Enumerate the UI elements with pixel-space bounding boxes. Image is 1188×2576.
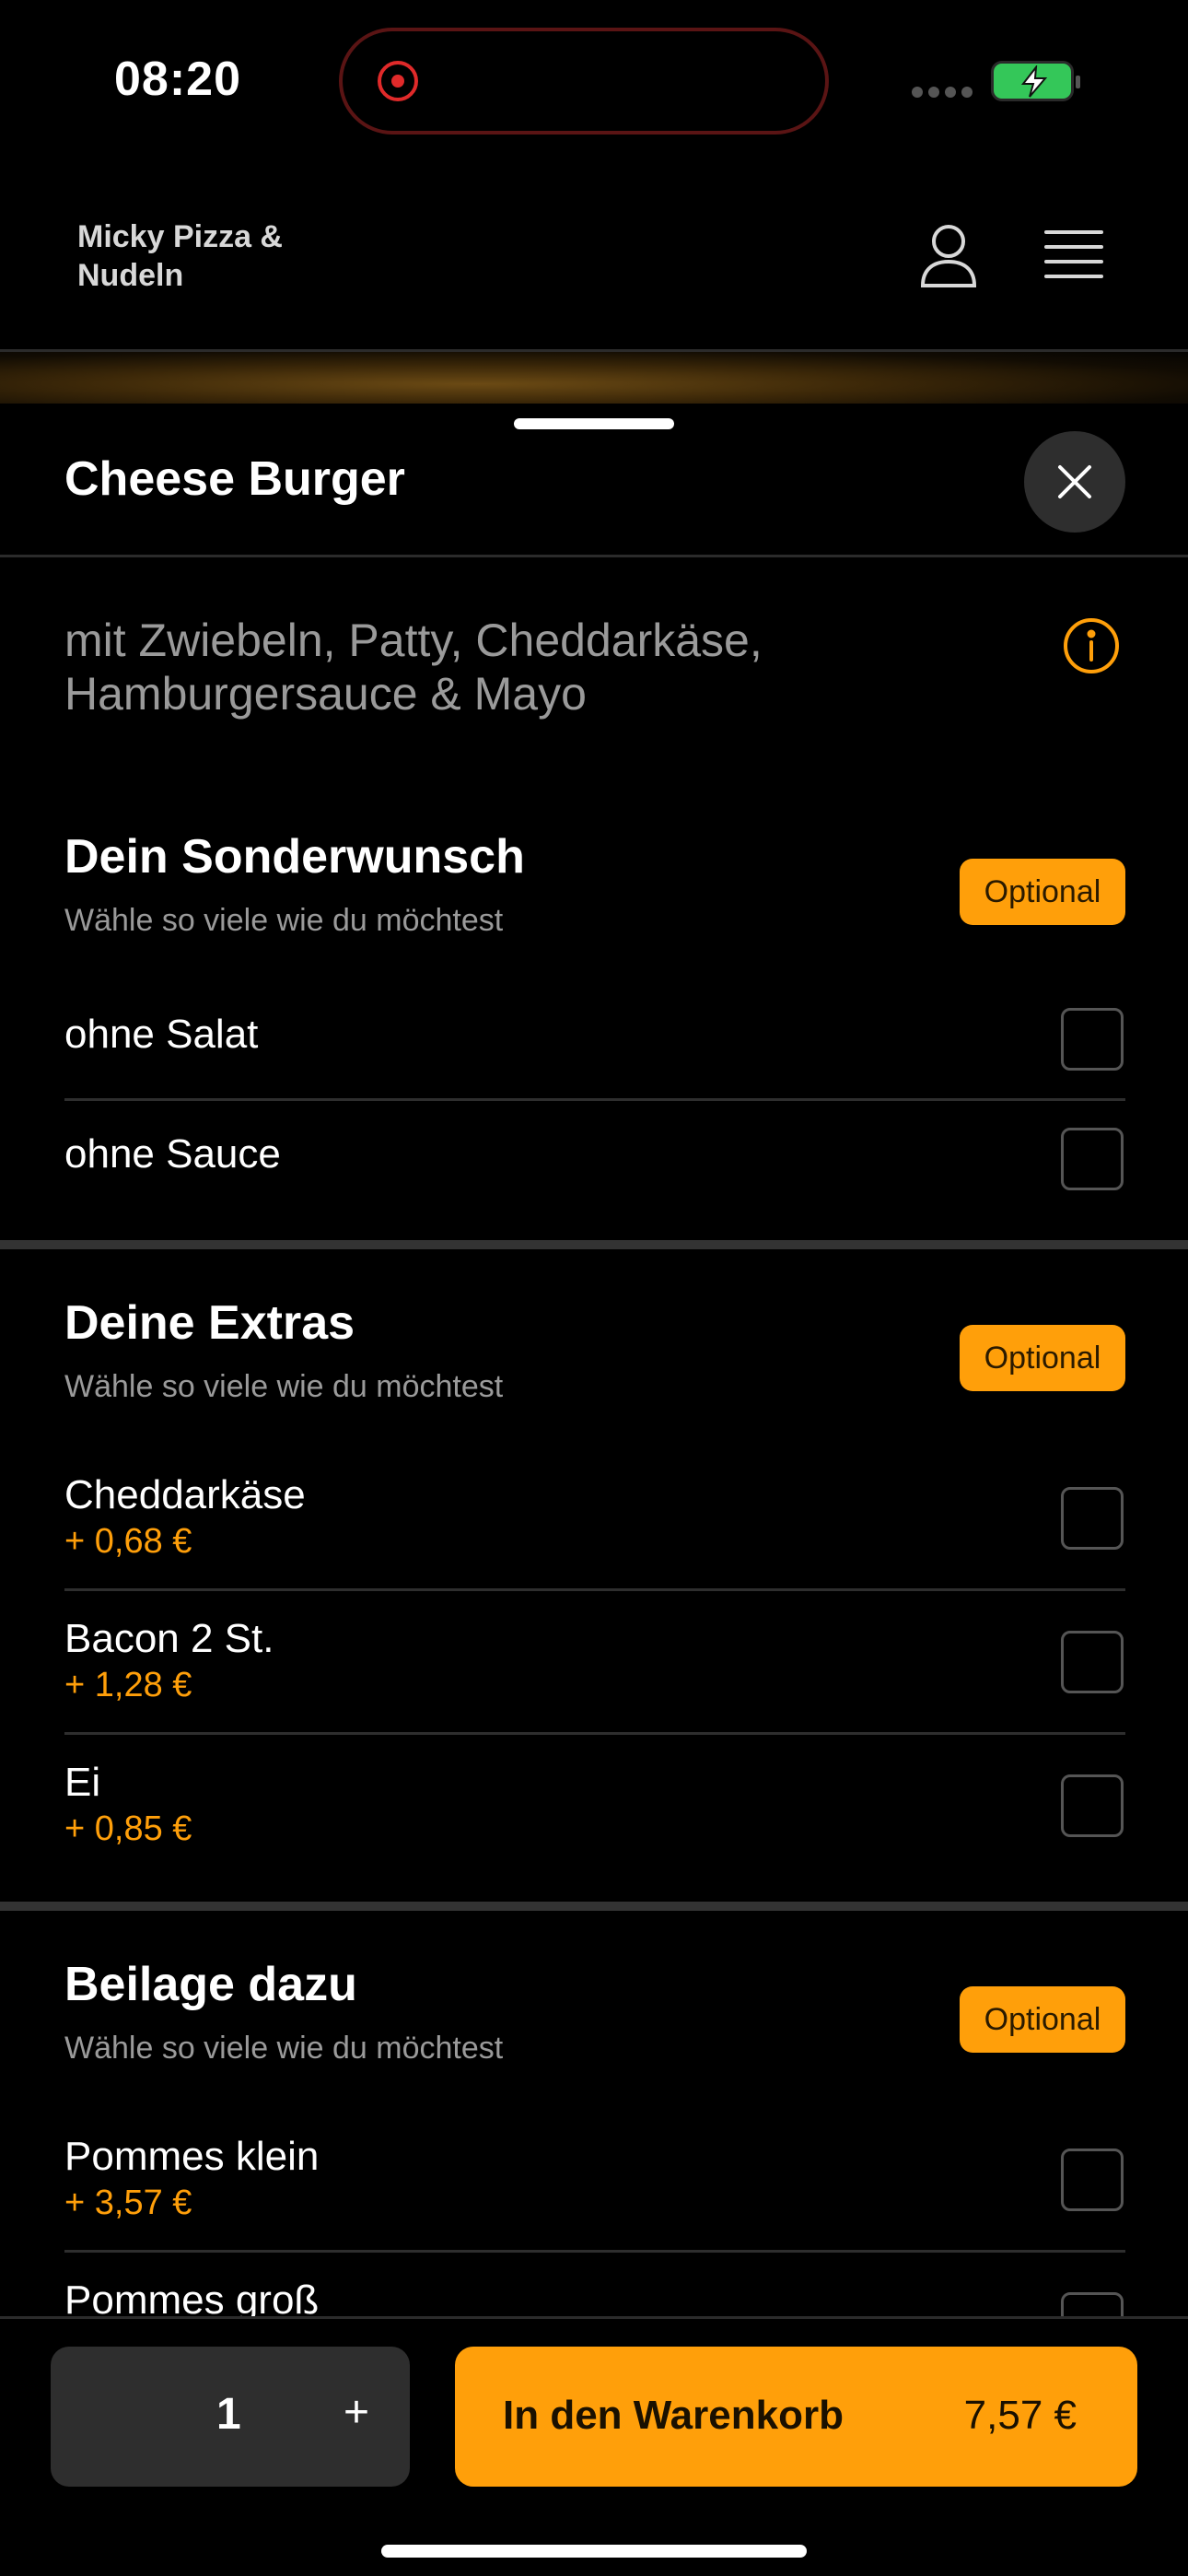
option-price: + 0,85 € bbox=[64, 1809, 192, 1848]
section-divider bbox=[0, 1240, 1188, 1249]
divider bbox=[64, 1098, 1125, 1101]
option-checkbox[interactable] bbox=[1061, 2149, 1124, 2211]
option-label: Ei bbox=[64, 1760, 101, 1805]
plus-button[interactable]: + bbox=[329, 2385, 384, 2441]
product-description: mit Zwiebeln, Patty, Cheddarkäse, Hambur… bbox=[64, 615, 763, 720]
option-price: + 3,57 € bbox=[64, 2184, 192, 2222]
hamburger-menu-icon[interactable] bbox=[1044, 230, 1103, 280]
section-title: Dein Sonderwunsch bbox=[64, 830, 525, 884]
option-checkbox[interactable] bbox=[1061, 1487, 1124, 1550]
section-title: Beilage dazu bbox=[64, 1958, 357, 2011]
option-checkbox[interactable] bbox=[1061, 1631, 1124, 1693]
quantity-stepper[interactable]: 1 + bbox=[51, 2347, 410, 2487]
quantity-value: 1 bbox=[216, 2390, 241, 2439]
option-label: ohne Salat bbox=[64, 1012, 259, 1057]
home-indicator[interactable] bbox=[381, 2545, 807, 2558]
product-image bbox=[0, 352, 1188, 405]
sheet-grabber[interactable] bbox=[514, 418, 674, 429]
optional-badge: Optional bbox=[960, 1325, 1125, 1391]
product-title: Cheese Burger bbox=[64, 452, 405, 506]
section-divider bbox=[0, 1902, 1188, 1911]
option-price: + 0,68 € bbox=[64, 1522, 192, 1561]
option-label: Cheddarkäse bbox=[64, 1472, 306, 1517]
option-checkbox[interactable] bbox=[1061, 1774, 1124, 1837]
status-bar: 08:20 bbox=[0, 0, 1188, 166]
close-icon bbox=[1058, 465, 1091, 498]
section-title: Deine Extras bbox=[64, 1296, 355, 1350]
option-label: ohne Sauce bbox=[64, 1131, 281, 1177]
cart-total-price: 7,57 € bbox=[963, 2393, 1077, 2438]
divider bbox=[64, 1588, 1125, 1591]
close-button[interactable] bbox=[1024, 431, 1125, 533]
add-to-cart-button[interactable]: In den Warenkorb 7,57 € bbox=[455, 2347, 1137, 2487]
divider bbox=[64, 2250, 1125, 2253]
option-checkbox[interactable] bbox=[1061, 1008, 1124, 1071]
divider bbox=[0, 555, 1188, 557]
product-sheet: Cheese Burger mit Zwiebeln, Patty, Chedd… bbox=[0, 404, 1188, 2576]
status-time: 08:20 bbox=[114, 53, 241, 106]
optional-badge: Optional bbox=[960, 859, 1125, 925]
option-price: + 1,28 € bbox=[64, 1666, 192, 1704]
dynamic-island bbox=[339, 28, 829, 135]
restaurant-name[interactable]: Micky Pizza & Nudeln bbox=[77, 217, 354, 295]
user-icon[interactable] bbox=[919, 223, 978, 289]
recording-icon bbox=[378, 61, 418, 101]
add-to-cart-label: In den Warenkorb bbox=[503, 2393, 844, 2438]
section-subtitle: Wähle so viele wie du möchtest bbox=[64, 903, 504, 938]
optional-badge: Optional bbox=[960, 1986, 1125, 2053]
battery-charging-icon bbox=[991, 61, 1080, 101]
section-subtitle: Wähle so viele wie du möchtest bbox=[64, 1369, 504, 1404]
cellular-signal-icon bbox=[912, 87, 973, 98]
app-header: Micky Pizza & Nudeln bbox=[0, 166, 1188, 352]
divider bbox=[64, 1732, 1125, 1735]
option-checkbox[interactable] bbox=[1061, 1128, 1124, 1190]
option-label: Bacon 2 St. bbox=[64, 1616, 274, 1661]
info-icon[interactable] bbox=[1063, 617, 1120, 674]
section-subtitle: Wähle so viele wie du möchtest bbox=[64, 2031, 504, 2066]
bottom-action-bar: 1 + In den Warenkorb 7,57 € bbox=[0, 2316, 1188, 2576]
option-label: Pommes klein bbox=[64, 2134, 320, 2179]
